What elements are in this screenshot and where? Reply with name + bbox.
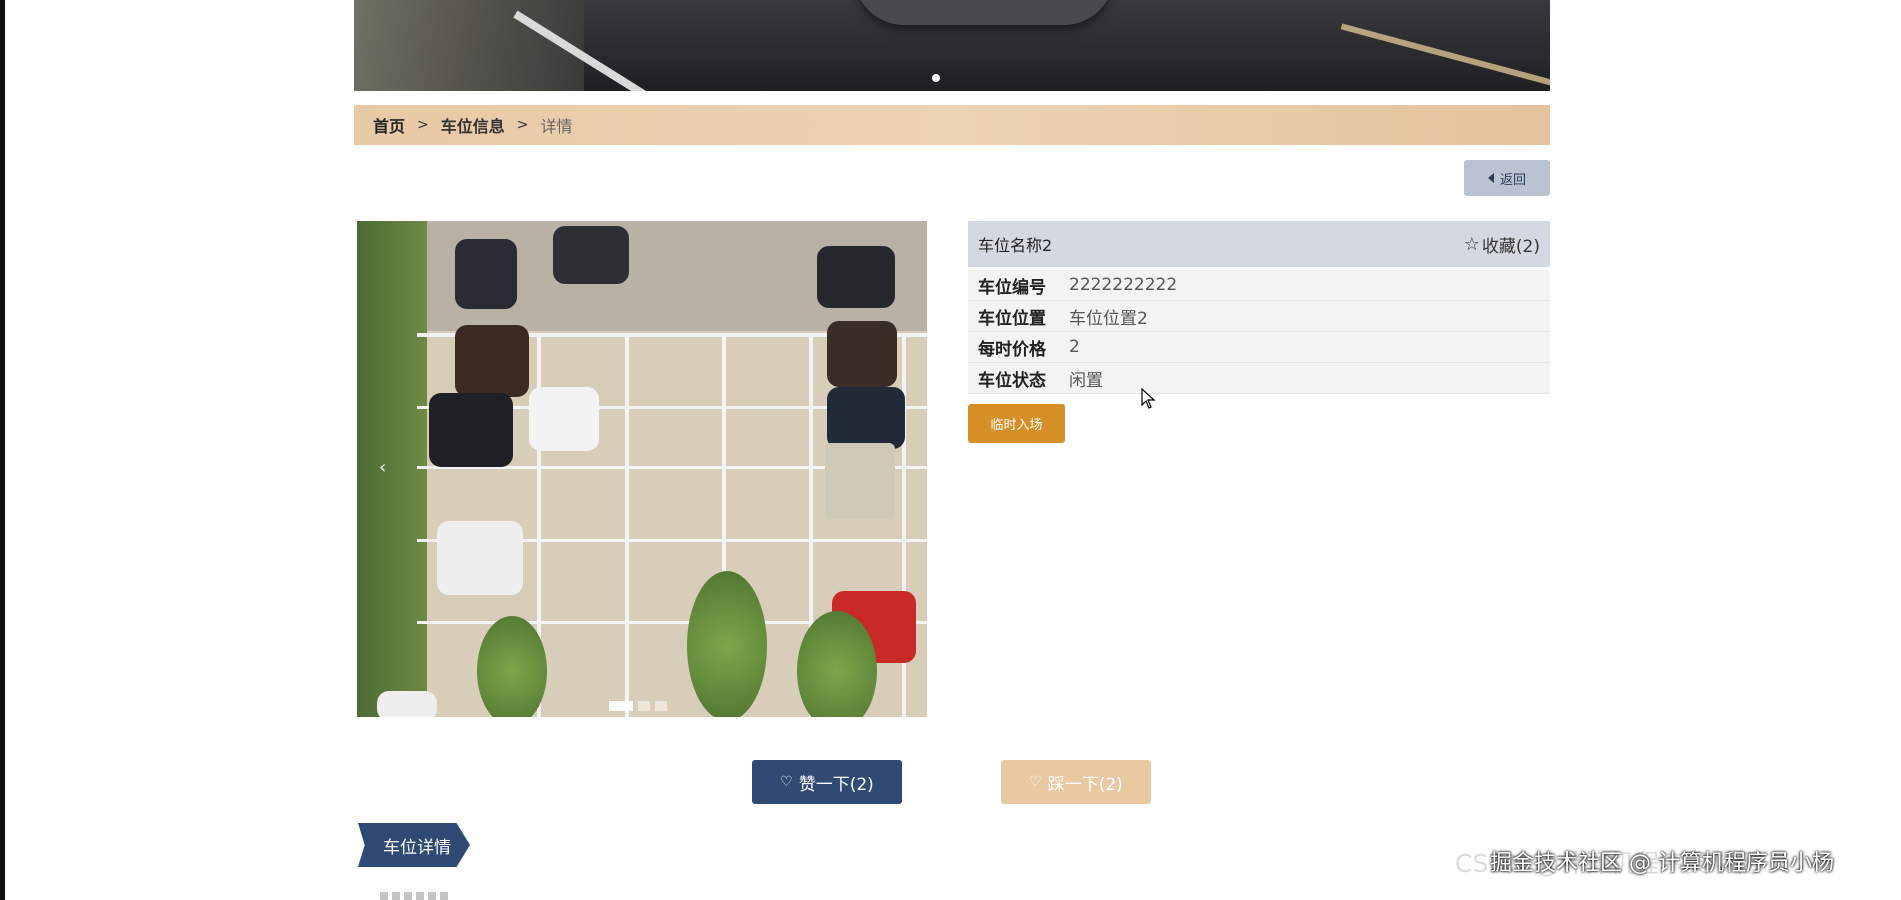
car xyxy=(455,325,529,397)
breadcrumb-current: 详情 xyxy=(540,117,573,136)
thumbs-down-icon: ♡ xyxy=(1029,774,1042,790)
back-button-label: 返回 xyxy=(1499,172,1526,188)
carousel-indicators xyxy=(609,701,667,711)
car xyxy=(825,443,895,519)
car xyxy=(827,387,905,449)
car xyxy=(827,321,897,387)
car xyxy=(437,521,523,595)
favorite-label: 收藏(2) xyxy=(1481,236,1540,257)
favorite-button[interactable]: ☆ 收藏(2) xyxy=(1464,232,1540,257)
field-row: 车位状态 闲置 xyxy=(968,363,1550,394)
banner-road xyxy=(354,0,584,91)
top-banner xyxy=(354,0,1550,91)
field-value: 车位位置2 xyxy=(1069,308,1148,329)
section-tab-parking-details: 车位详情 xyxy=(358,823,470,867)
field-row: 车位位置 车位位置2 xyxy=(968,301,1550,332)
dislike-label: 踩一下(2) xyxy=(1047,774,1123,795)
road-stripe xyxy=(1340,23,1550,91)
carousel-indicator[interactable] xyxy=(638,701,650,711)
window-edge xyxy=(0,0,5,900)
car xyxy=(529,387,599,451)
field-key: 每时价格 xyxy=(978,339,1046,360)
detail-header: 车位名称2 ☆ 收藏(2) xyxy=(968,221,1550,267)
image-carousel[interactable]: ‹ xyxy=(357,221,927,717)
car xyxy=(377,691,437,717)
banner-indicator-dot[interactable] xyxy=(932,74,940,82)
breadcrumb-separator: > xyxy=(417,117,429,133)
back-button[interactable]: 返回 xyxy=(1464,160,1550,196)
field-row: 每时价格 2 xyxy=(968,332,1550,363)
breadcrumb-home[interactable]: 首页 xyxy=(373,113,405,137)
tree-line xyxy=(357,221,427,717)
field-key: 车位编号 xyxy=(978,277,1046,298)
parking-space-title: 车位名称2 xyxy=(978,236,1053,255)
dislike-button[interactable]: ♡ 踩一下(2) xyxy=(1001,760,1151,804)
section-content-hint xyxy=(380,892,450,900)
tree xyxy=(687,571,767,717)
carousel-indicator[interactable] xyxy=(655,701,667,711)
car xyxy=(553,226,629,284)
like-button[interactable]: ♡ 赞一下(2) xyxy=(752,760,902,804)
carousel-prev-arrow[interactable]: ‹ xyxy=(379,457,386,478)
breadcrumb-section[interactable]: 车位信息 xyxy=(441,113,505,137)
carousel-indicator[interactable] xyxy=(609,701,633,711)
breadcrumb: 首页 > 车位信息 > 详情 xyxy=(354,105,1550,145)
car xyxy=(455,239,517,309)
car xyxy=(429,393,513,467)
thumbs-up-icon: ♡ xyxy=(780,774,793,790)
parking-line xyxy=(625,333,629,717)
watermark-front: 掘金技术社区 @ 计算机程序员小杨 xyxy=(1490,851,1834,876)
detail-fields: 车位编号 2222222222 车位位置 车位位置2 每时价格 2 车位状态 闲… xyxy=(968,270,1550,394)
car xyxy=(817,246,895,308)
caret-left-icon xyxy=(1487,173,1494,183)
field-row: 车位编号 2222222222 xyxy=(968,270,1550,301)
banner-car xyxy=(854,0,1114,25)
field-value: 2222222222 xyxy=(1069,275,1178,295)
field-key: 车位位置 xyxy=(978,308,1046,329)
temporary-entry-button[interactable]: 临时入场 xyxy=(968,404,1065,443)
field-key: 车位状态 xyxy=(978,370,1046,391)
like-label: 赞一下(2) xyxy=(798,774,874,795)
field-value: 闲置 xyxy=(1069,370,1103,391)
star-outline-icon: ☆ xyxy=(1463,233,1480,255)
breadcrumb-separator: > xyxy=(516,117,529,133)
tree xyxy=(477,616,547,717)
field-value: 2 xyxy=(1069,337,1080,357)
